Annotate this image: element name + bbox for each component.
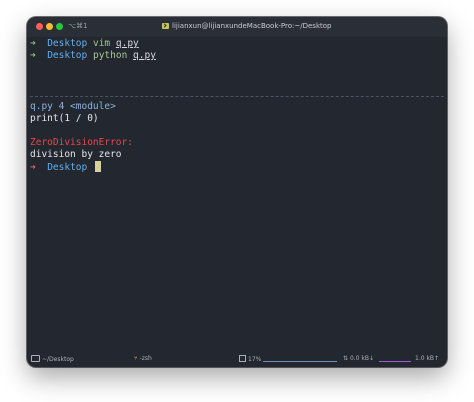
status-path: ~/Desktop (31, 355, 74, 363)
prompt-directory: Desktop (47, 38, 88, 49)
status-shell: ⑂ -zsh (134, 355, 152, 362)
traceback-location: q.py 4 <module> (30, 101, 116, 112)
zoom-button[interactable] (56, 23, 63, 30)
prompt-arrow: ➜ (30, 162, 36, 173)
status-net-in: ⇅ 0.0 kB↓ (343, 355, 374, 362)
network-graph (379, 357, 411, 362)
command-argument: q.py (133, 50, 156, 61)
cpu-graph (263, 358, 337, 362)
error-type: ZeroDivisionError: (30, 137, 133, 148)
command-argument: q.py (115, 38, 139, 49)
status-net-in-text: 0.0 kB↓ (349, 355, 375, 362)
status-cpu: 17% (239, 355, 261, 363)
window-title-text: lijianxun@lijianxundeMacBook-Pro:~/Deskt… (172, 22, 332, 30)
terminal-output[interactable]: ➜ Desktop vim q.py ➜ Desktop python q.py… (27, 37, 447, 349)
prompt-directory: Desktop (47, 162, 88, 173)
prompt-arrow: ➜ (30, 38, 36, 49)
title-bar: ⌥⌘1 lijianxun@lijianxundeMacBook-Pro:~/D… (27, 17, 447, 37)
status-path-text: ~/Desktop (42, 356, 74, 363)
command-line-2: ➜ Desktop python q.py (30, 50, 156, 62)
prompt-directory: Desktop (47, 50, 88, 61)
traceback-code: print(1 / 0) (30, 113, 99, 124)
status-cpu-text: 17% (248, 356, 262, 363)
output-separator (30, 96, 444, 97)
error-message: division by zero (30, 149, 122, 160)
status-bar: ~/Desktop ⑂ -zsh 17% ⇅ 0.0 kB↓ 1.0 kB↑ (27, 349, 447, 367)
command: vim (92, 38, 111, 49)
command: python (92, 50, 128, 61)
prompt-arrow: ➜ (30, 50, 36, 61)
window-shortcut: ⌥⌘1 (68, 22, 88, 30)
cpu-icon (239, 355, 246, 362)
command-line-1: ➜ Desktop vim q.py (30, 38, 139, 50)
folder-icon (31, 355, 40, 362)
close-button[interactable] (36, 23, 43, 30)
window-title: lijianxun@lijianxundeMacBook-Pro:~/Deskt… (162, 22, 331, 30)
status-shell-text: -zsh (139, 355, 152, 362)
text-cursor (94, 161, 101, 172)
terminal-window: ⌥⌘1 lijianxun@lijianxundeMacBook-Pro:~/D… (27, 17, 447, 367)
shell-icon: ⑂ (134, 355, 138, 362)
terminal-icon (162, 23, 169, 29)
minimize-button[interactable] (46, 23, 53, 30)
status-net-out: 1.0 kB↑ (415, 355, 440, 362)
network-icon: ⇅ (343, 355, 349, 362)
command-line-3: ➜ Desktop (30, 161, 101, 174)
